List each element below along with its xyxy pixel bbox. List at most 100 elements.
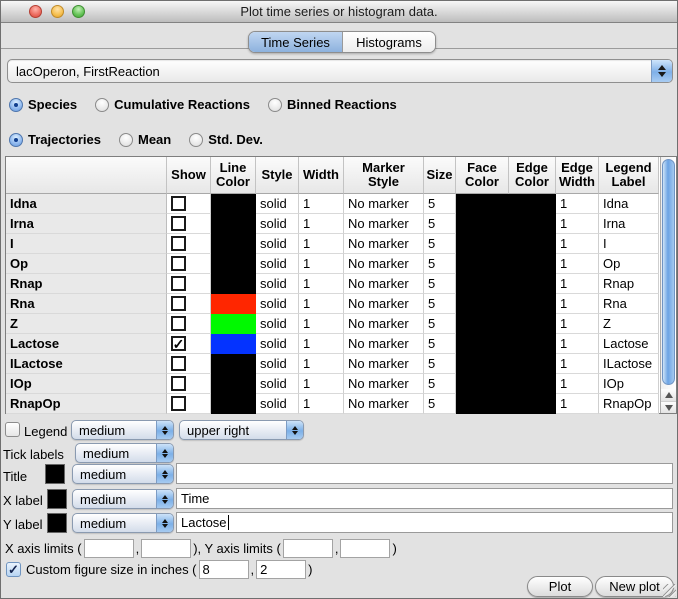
radio-trajectories[interactable]: Trajectories xyxy=(9,132,101,147)
face-color-swatch[interactable] xyxy=(456,214,509,234)
style-cell[interactable]: solid xyxy=(256,354,299,374)
line-color-swatch[interactable] xyxy=(211,274,256,294)
scroll-down-icon[interactable] xyxy=(661,401,676,413)
edge-width-cell[interactable]: 1 xyxy=(556,314,599,334)
row-label[interactable]: ILactose xyxy=(6,354,167,374)
size-cell[interactable]: 5 xyxy=(424,354,456,374)
marker-style-cell[interactable]: No marker xyxy=(344,294,424,314)
style-cell[interactable]: solid xyxy=(256,314,299,334)
edge-width-cell[interactable]: 1 xyxy=(556,234,599,254)
size-cell[interactable]: 5 xyxy=(424,234,456,254)
show-checkbox[interactable]: ✓ xyxy=(171,336,186,351)
style-cell[interactable]: solid xyxy=(256,374,299,394)
style-cell[interactable]: solid xyxy=(256,214,299,234)
simulation-select[interactable]: lacOperon, FirstReaction xyxy=(7,59,673,83)
radio-std-dev[interactable]: Std. Dev. xyxy=(189,132,263,147)
marker-style-cell[interactable]: No marker xyxy=(344,254,424,274)
marker-style-cell[interactable]: No marker xyxy=(344,314,424,334)
marker-style-cell[interactable]: No marker xyxy=(344,354,424,374)
show-checkbox[interactable] xyxy=(171,216,186,231)
show-checkbox[interactable] xyxy=(171,196,186,211)
edge-color-swatch[interactable] xyxy=(509,294,556,314)
legend-position-select[interactable]: upper right xyxy=(179,420,304,440)
marker-style-cell[interactable]: No marker xyxy=(344,194,424,214)
width-cell[interactable]: 1 xyxy=(299,214,344,234)
edge-width-cell[interactable]: 1 xyxy=(556,394,599,414)
figure-width-input[interactable]: 8 xyxy=(199,560,249,579)
tab-time-series[interactable]: Time Series xyxy=(249,32,342,52)
title-input[interactable] xyxy=(176,463,673,484)
edge-width-cell[interactable]: 1 xyxy=(556,334,599,354)
row-label[interactable]: IOp xyxy=(6,374,167,394)
legend-label-cell[interactable]: Irna xyxy=(599,214,659,234)
line-color-swatch[interactable] xyxy=(211,254,256,274)
y-label-input[interactable]: Lactose xyxy=(176,512,673,533)
edge-color-swatch[interactable] xyxy=(509,394,556,414)
title-font-size-select[interactable]: medium xyxy=(72,464,174,484)
show-checkbox[interactable] xyxy=(171,316,186,331)
width-cell[interactable]: 1 xyxy=(299,234,344,254)
width-cell[interactable]: 1 xyxy=(299,254,344,274)
size-cell[interactable]: 5 xyxy=(424,394,456,414)
table-scrollbar[interactable] xyxy=(660,157,676,413)
edge-width-cell[interactable]: 1 xyxy=(556,354,599,374)
width-cell[interactable]: 1 xyxy=(299,394,344,414)
width-cell[interactable]: 1 xyxy=(299,334,344,354)
line-color-swatch[interactable] xyxy=(211,234,256,254)
size-cell[interactable]: 5 xyxy=(424,194,456,214)
style-cell[interactable]: solid xyxy=(256,274,299,294)
line-color-swatch[interactable] xyxy=(211,194,256,214)
row-label[interactable]: Z xyxy=(6,314,167,334)
face-color-swatch[interactable] xyxy=(456,274,509,294)
y-max-input[interactable] xyxy=(340,539,390,558)
size-cell[interactable]: 5 xyxy=(424,374,456,394)
radio-mean[interactable]: Mean xyxy=(119,132,171,147)
marker-style-cell[interactable]: No marker xyxy=(344,274,424,294)
scrollbar-thumb[interactable] xyxy=(662,159,675,385)
legend-label-cell[interactable]: Rnap xyxy=(599,274,659,294)
style-cell[interactable]: solid xyxy=(256,334,299,354)
row-label[interactable]: Lactose xyxy=(6,334,167,354)
edge-width-cell[interactable]: 1 xyxy=(556,214,599,234)
edge-width-cell[interactable]: 1 xyxy=(556,294,599,314)
size-cell[interactable]: 5 xyxy=(424,294,456,314)
face-color-swatch[interactable] xyxy=(456,234,509,254)
custom-figure-size-checkbox[interactable]: ✓ xyxy=(6,562,21,577)
titlebar[interactable]: Plot time series or histogram data. xyxy=(1,1,677,23)
face-color-swatch[interactable] xyxy=(456,254,509,274)
marker-style-cell[interactable]: No marker xyxy=(344,334,424,354)
width-cell[interactable]: 1 xyxy=(299,354,344,374)
face-color-swatch[interactable] xyxy=(456,314,509,334)
figure-height-input[interactable]: 2 xyxy=(256,560,306,579)
edge-color-swatch[interactable] xyxy=(509,234,556,254)
edge-width-cell[interactable]: 1 xyxy=(556,274,599,294)
marker-style-cell[interactable]: No marker xyxy=(344,214,424,234)
row-label[interactable]: Idna xyxy=(6,194,167,214)
show-checkbox[interactable] xyxy=(171,356,186,371)
face-color-swatch[interactable] xyxy=(456,394,509,414)
style-cell[interactable]: solid xyxy=(256,194,299,214)
width-cell[interactable]: 1 xyxy=(299,274,344,294)
edge-width-cell[interactable]: 1 xyxy=(556,194,599,214)
line-color-swatch[interactable] xyxy=(211,214,256,234)
legend-label-cell[interactable]: ILactose xyxy=(599,354,659,374)
line-color-swatch[interactable] xyxy=(211,394,256,414)
scroll-up-icon[interactable] xyxy=(661,389,676,401)
face-color-swatch[interactable] xyxy=(456,354,509,374)
edge-color-swatch[interactable] xyxy=(509,214,556,234)
width-cell[interactable]: 1 xyxy=(299,374,344,394)
title-color-swatch[interactable] xyxy=(45,464,65,484)
x-label-input[interactable]: Time xyxy=(176,488,673,509)
marker-style-cell[interactable]: No marker xyxy=(344,234,424,254)
line-color-swatch[interactable] xyxy=(211,334,256,354)
row-label[interactable]: RnapOp xyxy=(6,394,167,414)
show-checkbox[interactable] xyxy=(171,276,186,291)
tab-histograms[interactable]: Histograms xyxy=(342,32,435,52)
row-label[interactable]: I xyxy=(6,234,167,254)
face-color-swatch[interactable] xyxy=(456,194,509,214)
x-label-color-swatch[interactable] xyxy=(47,489,67,509)
x-min-input[interactable] xyxy=(84,539,134,558)
style-cell[interactable]: solid xyxy=(256,254,299,274)
face-color-swatch[interactable] xyxy=(456,334,509,354)
y-min-input[interactable] xyxy=(283,539,333,558)
